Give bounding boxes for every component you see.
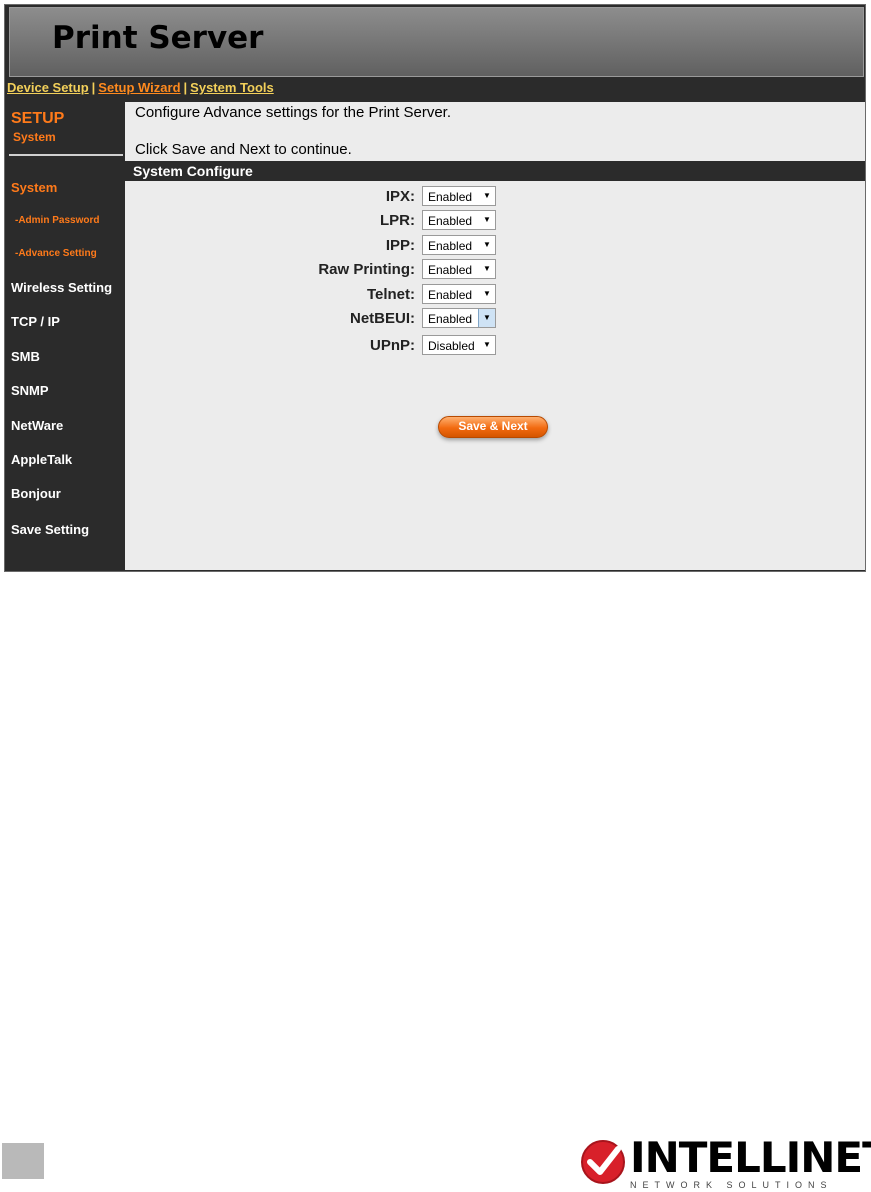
netbeui-select[interactable]: Enabled ▼ — [422, 308, 496, 328]
sidebar-item-bonjour[interactable]: Bonjour — [11, 486, 61, 501]
chevron-down-icon: ▼ — [483, 240, 491, 249]
field-label: UPnP: — [370, 337, 415, 354]
sidebar-item-appletalk[interactable]: AppleTalk — [11, 452, 72, 467]
field-row-ipx: IPX: Enabled ▼ — [125, 186, 865, 208]
upnp-select[interactable]: Disabled ▼ — [422, 335, 496, 355]
chevron-down-icon: ▼ — [483, 289, 491, 298]
field-label: IPX: — [385, 188, 415, 205]
field-label: LPR: — [380, 212, 415, 229]
header-banner: Print Server — [9, 7, 864, 77]
nav-system-tools[interactable]: System Tools — [190, 80, 274, 95]
sidebar-item-advance-setting[interactable]: -Advance Setting — [15, 248, 97, 259]
sidebar-item-snmp[interactable]: SNMP — [11, 383, 49, 398]
field-row-upnp: UPnP: Disabled ▼ — [125, 335, 865, 357]
top-nav: Device Setup | Setup Wizard | System Tools — [7, 80, 274, 95]
ipx-select[interactable]: Enabled ▼ — [422, 186, 496, 206]
field-label: IPP: — [385, 237, 415, 254]
sidebar-divider — [9, 154, 123, 156]
sidebar-subheading: System — [13, 130, 56, 144]
nav-device-setup[interactable]: Device Setup — [7, 80, 89, 95]
app-title: Print Server — [52, 20, 264, 56]
sidebar-item-netware[interactable]: NetWare — [11, 418, 63, 433]
field-row-ipp: IPP: Enabled ▼ — [125, 235, 865, 257]
app-window: Print Server Device Setup | Setup Wizard | S… — [4, 4, 866, 572]
select-value: Enabled — [428, 239, 473, 253]
chevron-down-icon: ▼ — [483, 264, 491, 273]
select-value: Disabled — [428, 339, 475, 353]
field-row-netbeui: NetBEUI: Enabled ▼ — [125, 308, 865, 330]
chevron-down-icon: ▼ — [483, 215, 491, 224]
telnet-select[interactable]: Enabled ▼ — [422, 284, 496, 304]
check-badge-icon — [581, 1140, 625, 1184]
lpr-select[interactable]: Enabled ▼ — [422, 210, 496, 230]
sidebar-item-tcp-ip[interactable]: TCP / IP — [11, 314, 60, 329]
chevron-down-icon: ▼ — [478, 309, 495, 327]
select-value: Enabled — [428, 214, 473, 228]
page-number-box — [2, 1143, 44, 1179]
field-row-telnet: Telnet: Enabled ▼ — [125, 284, 865, 306]
field-row-raw-printing: Raw Printing: Enabled ▼ — [125, 259, 865, 281]
save-next-button[interactable]: Save & Next — [438, 416, 548, 438]
intellinet-logo: INTELLINET NETWORK SOLUTIONS — [578, 1135, 871, 1192]
sidebar-item-admin-password[interactable]: -Admin Password — [15, 215, 99, 226]
sidebar-item-save-setting[interactable]: Save Setting — [11, 522, 89, 537]
nav-separator: | — [91, 80, 96, 95]
select-value: Enabled — [428, 312, 473, 326]
raw-printing-select[interactable]: Enabled ▼ — [422, 259, 496, 279]
logo-text: INTELLINET — [630, 1133, 871, 1182]
sidebar: SETUP System System -Admin Password -Adv… — [5, 101, 125, 571]
nav-setup-wizard[interactable]: Setup Wizard — [98, 80, 180, 95]
instruction-text: Click Save and Next to continue. — [135, 141, 352, 158]
chevron-down-icon: ▼ — [483, 340, 491, 349]
nav-separator: | — [183, 80, 188, 95]
main-content: Configure Advance settings for the Print… — [125, 102, 865, 570]
select-value: Enabled — [428, 190, 473, 204]
intro-text: Configure Advance settings for the Print… — [135, 104, 452, 121]
sidebar-item-smb[interactable]: SMB — [11, 349, 40, 364]
sidebar-item-system[interactable]: System — [11, 180, 57, 195]
ipp-select[interactable]: Enabled ▼ — [422, 235, 496, 255]
section-title: System Configure — [125, 161, 865, 181]
sidebar-item-wireless-setting[interactable]: Wireless Setting — [11, 280, 112, 295]
select-value: Enabled — [428, 288, 473, 302]
field-label: Raw Printing: — [318, 261, 415, 278]
field-label: Telnet: — [366, 286, 415, 303]
logo-subtext: NETWORK SOLUTIONS — [630, 1180, 833, 1190]
select-value: Enabled — [428, 263, 473, 277]
field-row-lpr: LPR: Enabled ▼ — [125, 210, 865, 232]
chevron-down-icon: ▼ — [483, 191, 491, 200]
field-label: NetBEUI: — [349, 310, 415, 327]
sidebar-heading: SETUP — [11, 110, 65, 127]
